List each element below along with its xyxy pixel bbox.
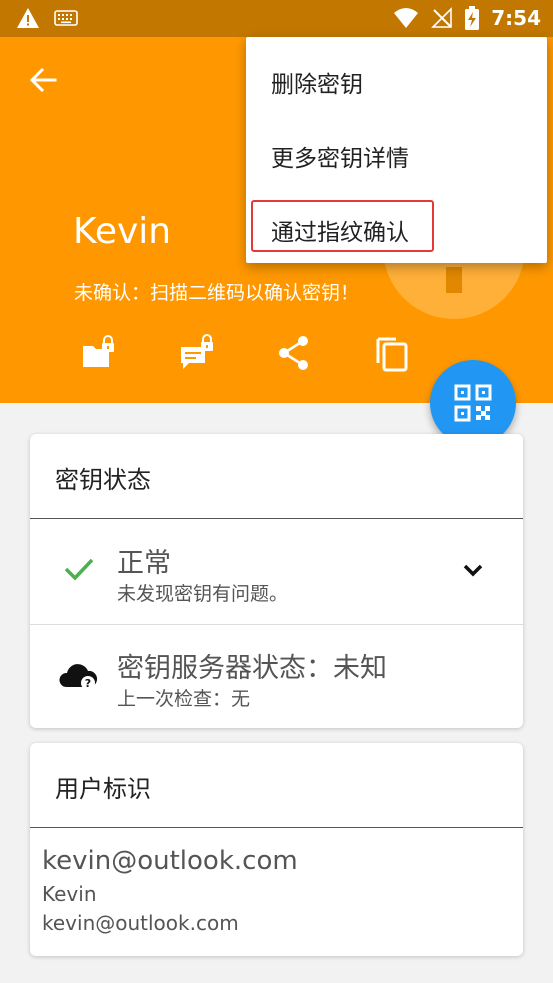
keyboard-icon: [54, 10, 78, 26]
key-status-title: 密钥状态: [55, 466, 151, 494]
status-bar: 7:54: [0, 0, 553, 37]
overflow-menu: 删除密钥 更多密钥详情 通过指纹确认: [246, 37, 547, 263]
verification-status-text: 未确认：扫描二维码以确认密钥！: [74, 282, 360, 304]
user-id-primary[interactable]: kevin@outlook.com: [42, 846, 298, 876]
svg-text:?: ?: [85, 677, 91, 690]
wifi-icon: [394, 8, 419, 28]
qr-code-icon: [454, 384, 492, 422]
no-signal-icon: [431, 7, 453, 28]
key-health-title: 正常: [117, 548, 171, 579]
keyserver-status-subtitle: 上一次检查：无: [117, 688, 251, 710]
share-icon[interactable]: [274, 333, 314, 373]
encrypt-text-icon[interactable]: [177, 333, 217, 373]
divider: [30, 827, 523, 828]
check-icon: [64, 558, 94, 581]
clock: 7:54: [491, 6, 541, 30]
key-health-row[interactable]: 正常 未发现密钥有问题。: [30, 519, 523, 623]
menu-item-more-key-details[interactable]: 更多密钥详情: [271, 139, 409, 173]
cloud-unknown-icon: ?: [59, 664, 98, 690]
key-status-card: 密钥状态 正常 未发现密钥有问题。 ? 密钥服务器状态：未知 上一次检查：无: [30, 434, 523, 728]
user-id-name: Kevin: [42, 882, 97, 906]
battery-charging-icon: [465, 6, 480, 30]
copy-icon[interactable]: [372, 333, 412, 373]
keyserver-status-row: ? 密钥服务器状态：未知 上一次检查：无: [30, 625, 523, 728]
key-health-subtitle: 未发现密钥有问题。: [117, 583, 289, 605]
menu-item-confirm-via-fingerprint[interactable]: 通过指纹确认: [271, 213, 409, 247]
menu-item-delete-key[interactable]: 删除密钥: [271, 65, 363, 99]
encrypt-file-icon[interactable]: [79, 333, 119, 373]
chevron-down-icon[interactable]: [462, 563, 484, 579]
user-ids-title: 用户标识: [55, 775, 151, 803]
keyserver-status-title: 密钥服务器状态：未知: [117, 653, 387, 684]
user-ids-card: 用户标识 kevin@outlook.com Kevin kevin@outlo…: [30, 743, 523, 956]
back-arrow-icon[interactable]: [26, 63, 60, 97]
key-owner-name: Kevin: [73, 211, 172, 252]
user-id-email: kevin@outlook.com: [42, 911, 239, 935]
warning-icon: [17, 8, 39, 28]
